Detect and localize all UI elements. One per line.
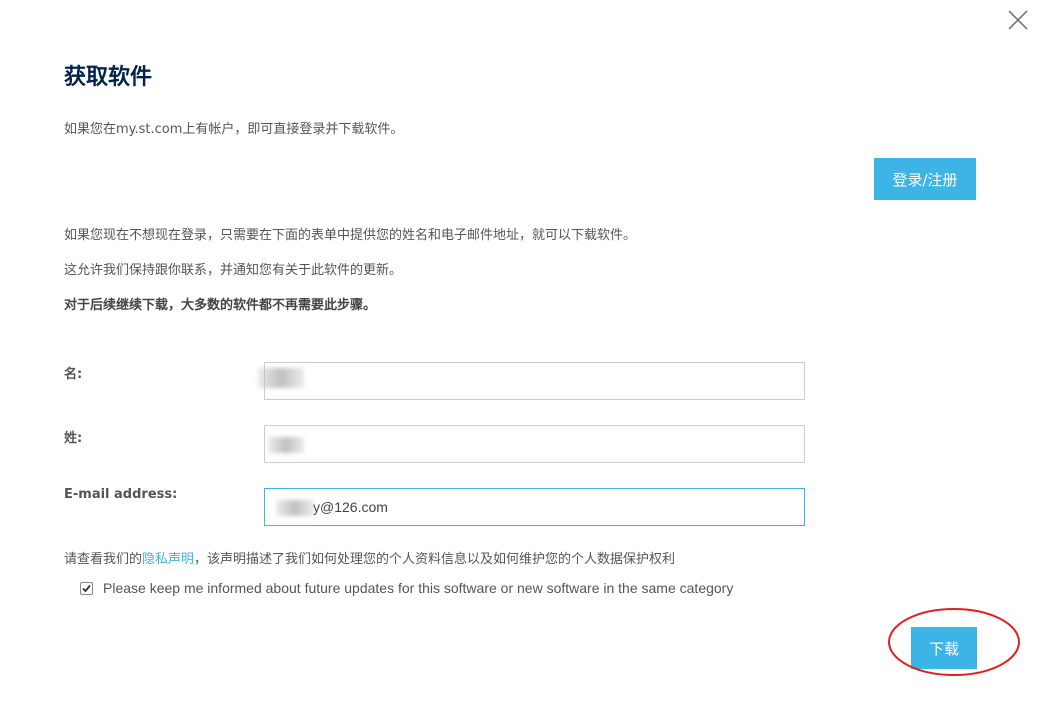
dialog-title: 获取软件: [64, 65, 153, 90]
checkmark-icon: [82, 584, 91, 592]
login-register-button[interactable]: 登录/注册: [874, 158, 976, 200]
privacy-suffix: ，该声明描述了我们如何处理您的个人资料信息以及如何维护您的个人数据保护权利: [194, 552, 676, 567]
last-name-label: 姓:: [64, 431, 83, 446]
newsletter-option: Please keep me informed about future upd…: [80, 580, 733, 596]
first-name-input[interactable]: [264, 362, 805, 400]
first-name-label: 名:: [64, 367, 83, 382]
last-name-input[interactable]: [264, 425, 805, 463]
privacy-prefix: 请查看我们的: [64, 552, 143, 567]
newsletter-label[interactable]: Please keep me informed about future upd…: [103, 580, 733, 596]
info-text-1: 如果您现在不想现在登录，只需要在下面的表单中提供您的姓名和电子邮件地址，就可以下…: [64, 228, 637, 243]
info-text-2: 这允许我们保持跟你联系，并通知您有关于此软件的更新。: [64, 263, 403, 278]
download-button[interactable]: 下载: [911, 627, 977, 669]
privacy-statement: 请查看我们的隐私声明，该声明描述了我们如何处理您的个人资料信息以及如何维护您的个…: [64, 551, 675, 569]
email-label: E-mail address:: [64, 487, 178, 502]
close-icon: [1008, 10, 1028, 30]
info-text-bold: 对于后续继续下载，大多数的软件都不再需要此步骤。: [64, 298, 377, 313]
newsletter-checkbox[interactable]: [80, 581, 93, 595]
privacy-link[interactable]: 隐私声明: [142, 552, 194, 567]
close-button[interactable]: [1006, 8, 1030, 32]
email-input[interactable]: [264, 488, 805, 526]
intro-text: 如果您在my.st.com上有帐户，即可直接登录并下载软件。: [64, 122, 404, 137]
get-software-dialog: 获取软件 如果您在my.st.com上有帐户，即可直接登录并下载软件。 登录/注…: [0, 0, 1037, 727]
